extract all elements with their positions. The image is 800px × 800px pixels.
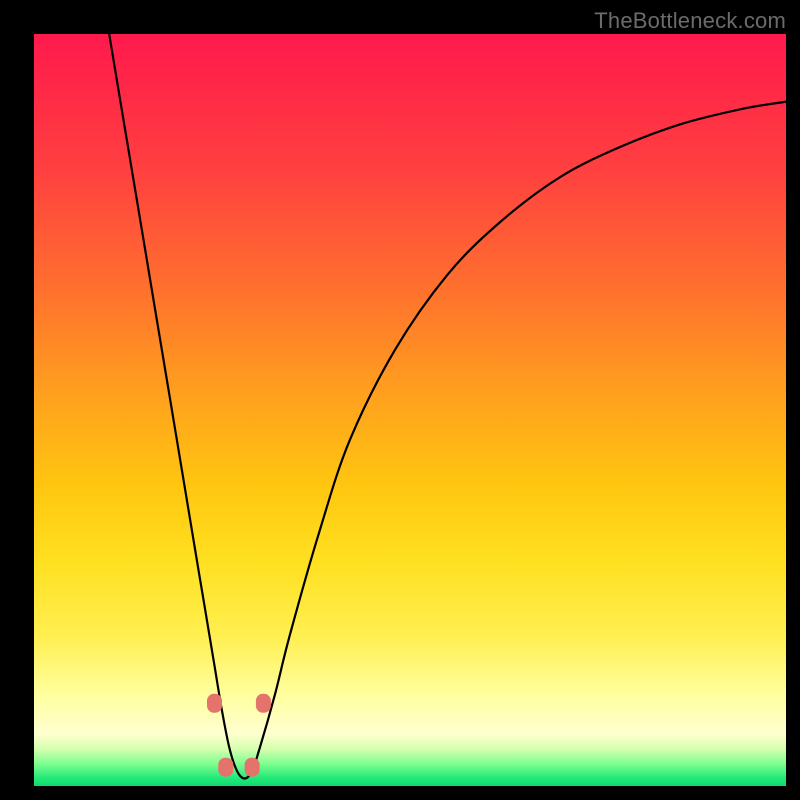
- watermark-text: TheBottleneck.com: [594, 8, 786, 34]
- bottleneck-curve: [109, 34, 786, 779]
- curve-marker: [245, 758, 260, 777]
- curve-marker: [207, 694, 222, 713]
- marker-group: [207, 694, 271, 777]
- curve-marker: [256, 694, 271, 713]
- curve-marker: [218, 758, 233, 777]
- plot-area: [34, 34, 786, 786]
- curve-layer: [34, 34, 786, 786]
- chart-frame: TheBottleneck.com: [0, 0, 800, 800]
